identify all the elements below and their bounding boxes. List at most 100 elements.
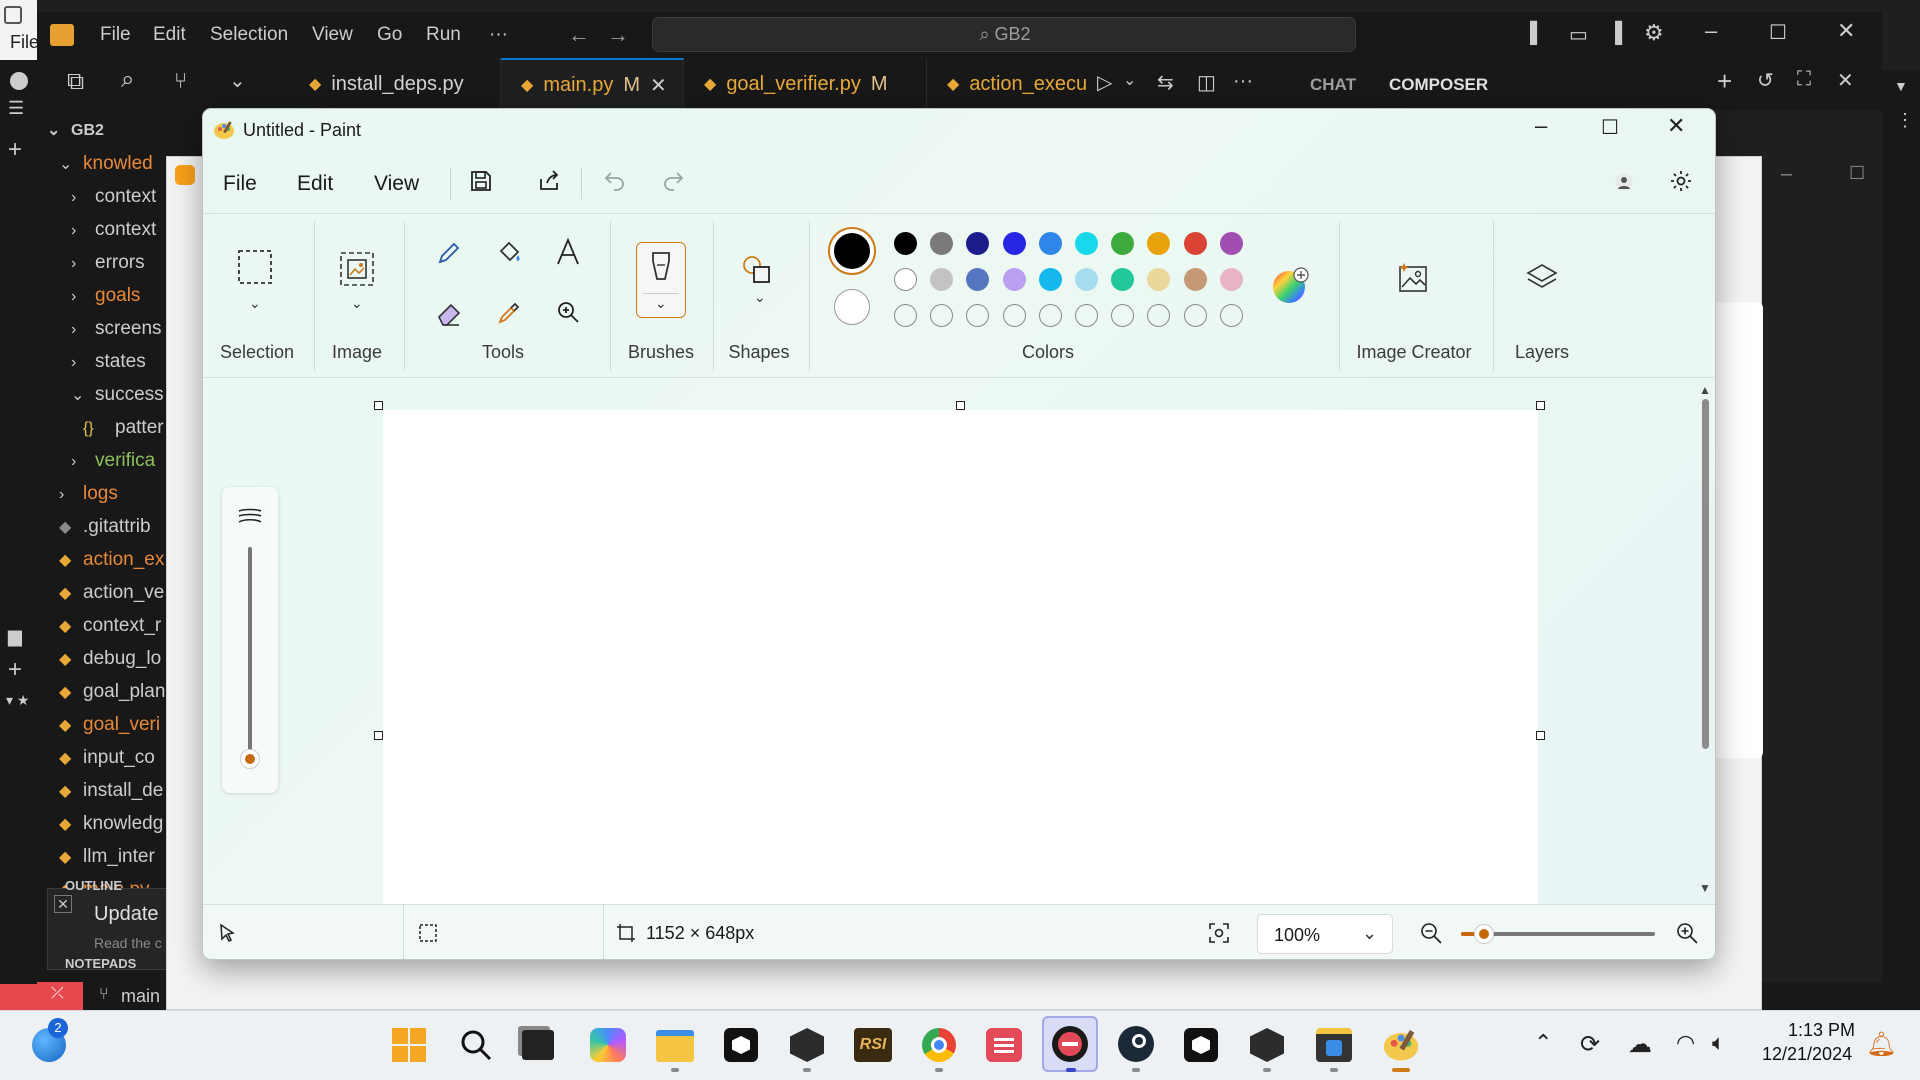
show-hidden-icons-chevron-icon[interactable]: ⌃ [1534, 1030, 1552, 1056]
minimize-icon[interactable]: – [1705, 18, 1717, 44]
sync-icon[interactable]: ⟳ [1580, 1030, 1600, 1059]
drawing-canvas[interactable] [383, 410, 1538, 959]
clock-date[interactable]: 12/21/2024 [1762, 1044, 1852, 1065]
add-icon-2[interactable]: + [8, 656, 22, 684]
palette-color-swatch[interactable] [1183, 232, 1207, 255]
palette-color-swatch[interactable] [1147, 232, 1171, 255]
tree-item[interactable]: › states [71, 351, 146, 373]
palette-color-swatch[interactable] [1002, 232, 1026, 255]
star-icon[interactable]: ▾ ★ [6, 692, 29, 709]
tree-item[interactable]: ⌄ knowled [59, 153, 153, 175]
left-window-menu-file[interactable]: File [10, 32, 39, 53]
toggle-secondary-sidebar-icon[interactable]: ▐ [1608, 22, 1622, 45]
brush-size-thumb[interactable] [240, 749, 260, 769]
compare-icon[interactable]: ⇆ [1157, 70, 1174, 95]
outline-section[interactable]: OUTLINE [65, 878, 122, 893]
task-view-icon[interactable] [522, 1030, 554, 1060]
explorer-icon[interactable]: ⧉ [67, 68, 84, 96]
palette-color-swatch[interactable] [1038, 268, 1062, 291]
command-center-search[interactable]: ⌕ GB2 [652, 17, 1356, 52]
palette-color-swatch[interactable] [1111, 268, 1135, 291]
custom-color-slot[interactable] [1219, 304, 1243, 327]
text-tool-icon[interactable] [554, 237, 582, 267]
tab-goal-verifier[interactable]: ◆ goal_verifier.py M [684, 58, 927, 110]
run-dropdown-icon[interactable]: ⌄ [1123, 70, 1136, 90]
custom-color-slot[interactable] [894, 304, 917, 327]
custom-color-slot[interactable] [1075, 304, 1098, 327]
resize-handle-right[interactable] [1536, 731, 1545, 740]
menu-more[interactable]: ··· [489, 24, 508, 46]
zoom-out-icon[interactable] [1419, 921, 1443, 945]
zoom-slider-track[interactable] [1461, 924, 1655, 944]
tree-item[interactable]: ◆ action_ex [59, 549, 164, 571]
vertical-scrollbar-thumb[interactable] [1702, 399, 1709, 749]
palette-color-swatch[interactable] [894, 268, 917, 291]
close-tab-icon[interactable]: ✕ [650, 73, 667, 98]
add-icon[interactable]: + [8, 136, 22, 164]
tree-item[interactable]: ◆ llm_inter [59, 846, 155, 868]
forward-arrow-icon[interactable]: → [607, 22, 629, 48]
tree-item[interactable]: ◆ input_co [59, 747, 155, 769]
epic-games-icon-2[interactable] [1184, 1028, 1218, 1062]
custom-color-slot[interactable] [1147, 304, 1171, 327]
palette-color-swatch[interactable] [1183, 268, 1207, 291]
zoom-in-icon[interactable] [1675, 921, 1699, 945]
custom-color-slot[interactable] [1038, 304, 1062, 327]
shapes-icon[interactable] [741, 254, 773, 286]
background-maximize-icon[interactable]: ☐ [1849, 163, 1865, 184]
palette-color-swatch[interactable] [1075, 268, 1098, 291]
palette-color-swatch[interactable] [1075, 232, 1098, 255]
select-rectangle-icon[interactable] [237, 249, 273, 285]
custom-color-slot[interactable] [966, 304, 990, 327]
image-dropdown-icon[interactable]: ⌄ [351, 295, 363, 312]
brushes-button[interactable]: ⌄ [636, 242, 686, 318]
image-resize-icon[interactable] [339, 251, 375, 287]
tree-item[interactable]: ◆ goal_plan [59, 681, 165, 703]
palette-color-swatch[interactable] [1147, 268, 1171, 291]
new-chat-icon[interactable]: + [1717, 66, 1732, 97]
folder-icon[interactable]: ▆ [8, 626, 22, 647]
notification-bell-icon[interactable]: 🔔︎ [1866, 1030, 1896, 1059]
secondary-color-swatch[interactable] [834, 289, 870, 325]
chevron-down-icon[interactable]: ⌄ [229, 68, 246, 93]
branch-name[interactable]: main [121, 986, 160, 1007]
palette-color-swatch[interactable] [1219, 268, 1243, 291]
back-arrow-icon[interactable]: ← [568, 22, 590, 48]
file-explorer-icon[interactable] [656, 1030, 694, 1062]
split-editor-icon[interactable]: ◫ [1197, 70, 1216, 95]
close-icon[interactable]: ✕ [1837, 18, 1855, 44]
menu-file[interactable]: File [223, 172, 257, 196]
history-icon[interactable]: ↺ [1757, 68, 1774, 93]
palette-color-swatch[interactable] [1111, 232, 1135, 255]
remote-indicator[interactable] [0, 984, 37, 1010]
account-avatar-icon[interactable] [1615, 173, 1633, 191]
color-picker-icon[interactable] [495, 299, 523, 327]
resize-handle-left[interactable] [374, 731, 383, 740]
composer-tab[interactable]: COMPOSER [1389, 75, 1488, 95]
undo-icon[interactable] [603, 169, 627, 193]
paint-taskbar-icon[interactable] [1382, 1026, 1420, 1064]
settings-gear-icon[interactable] [1669, 169, 1693, 193]
fill-bucket-icon[interactable] [495, 239, 523, 267]
redo-icon[interactable] [661, 169, 685, 193]
fit-to-window-icon[interactable] [1207, 921, 1231, 945]
todo-app-icon[interactable] [986, 1028, 1022, 1062]
menu-edit[interactable]: Edit [153, 24, 186, 46]
custom-color-slot[interactable] [1111, 304, 1135, 327]
tree-item[interactable]: {} patter [83, 417, 164, 439]
start-windows-icon[interactable] [392, 1028, 426, 1062]
tree-item[interactable]: › logs [59, 483, 118, 505]
close-toast-icon[interactable]: ✕ [54, 895, 72, 913]
close-icon[interactable]: ✕ [1667, 113, 1685, 139]
maximize-icon[interactable]: ☐ [1601, 115, 1619, 140]
chrome-icon[interactable] [922, 1028, 956, 1062]
tree-item[interactable]: › errors [71, 252, 145, 274]
custom-color-slot[interactable] [930, 304, 954, 327]
notepads-section[interactable]: NOTEPADS [65, 956, 136, 971]
tree-item[interactable]: › verifica [71, 450, 155, 472]
tree-item[interactable]: ⌄ success [71, 384, 164, 406]
menu-run[interactable]: Run [426, 24, 461, 46]
pencil-icon[interactable] [435, 239, 463, 267]
tree-item[interactable]: ◆ .gitattrib [59, 516, 151, 538]
palette-color-swatch[interactable] [894, 232, 917, 255]
